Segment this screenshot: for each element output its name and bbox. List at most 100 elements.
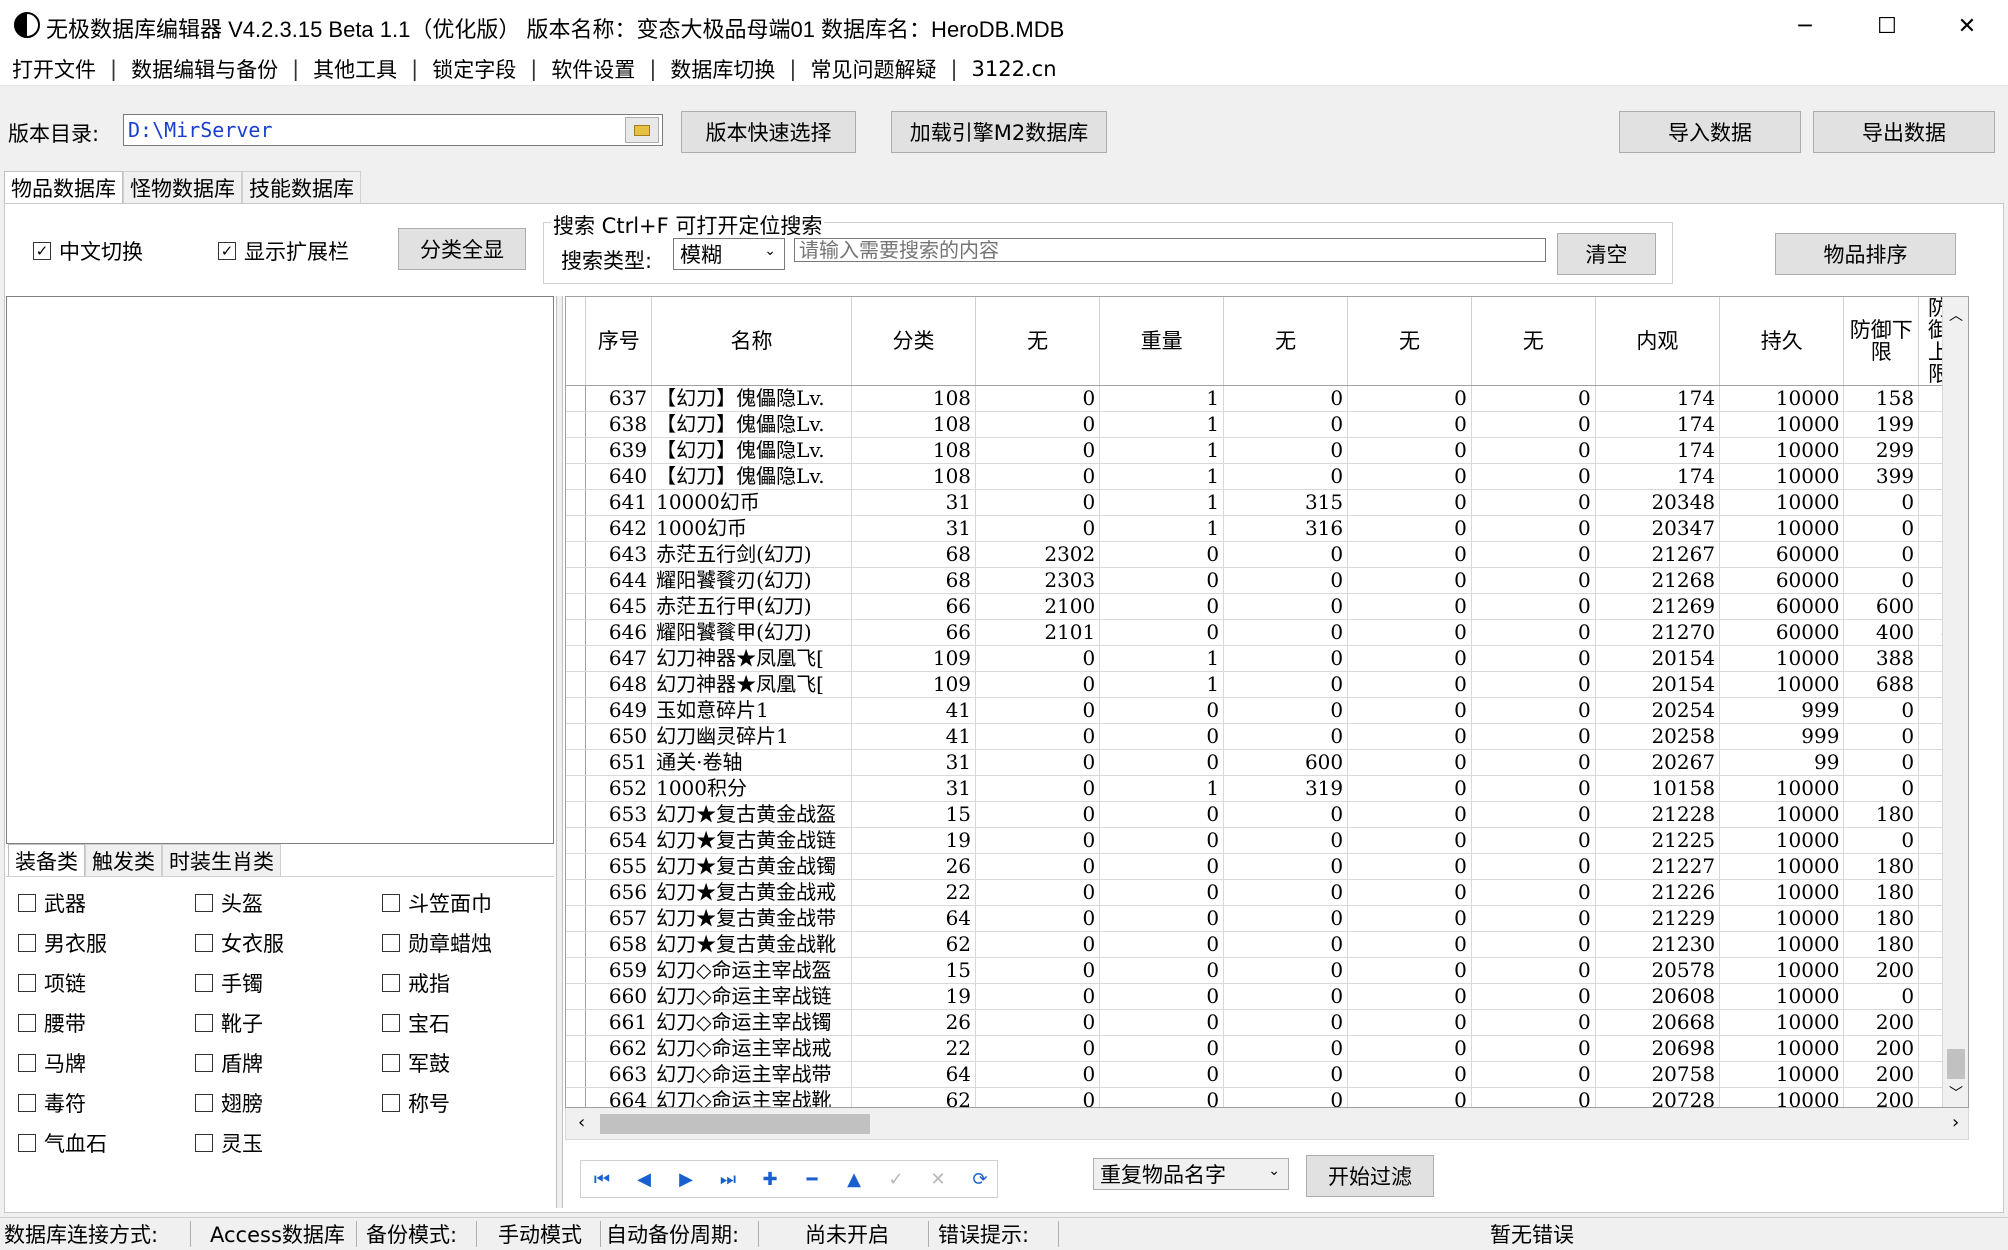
table-cell[interactable]: 199 <box>1843 411 1920 439</box>
horizontal-scrollbar[interactable]: ‹ › <box>565 1108 1969 1140</box>
table-cell[interactable]: 0 <box>975 983 1101 1011</box>
table-cell[interactable]: 663 <box>585 1061 653 1089</box>
table-cell[interactable]: 0 <box>1223 697 1349 725</box>
table-cell[interactable]: 10000 <box>1719 515 1845 543</box>
table-cell[interactable]: 幻刀◇命运主宰战盔 <box>651 957 852 985</box>
table-cell[interactable]: 21226 <box>1595 879 1721 907</box>
table-cell[interactable]: 0 <box>1223 801 1349 829</box>
import-button[interactable]: 导入数据 <box>1619 111 1801 153</box>
table-cell[interactable]: 10000 <box>1719 801 1845 829</box>
table-row[interactable]: 649 玉如意碎片1 41 0 0 0 0 0 20254 999 0 <box>566 697 1968 725</box>
table-cell[interactable]: 幻刀幽灵碎片1 <box>651 723 852 751</box>
table-row[interactable]: 646耀阳饕餮甲(幻刀)662101000021270600004004 <box>566 619 1968 647</box>
table-cell[interactable]: 0 <box>1471 931 1596 959</box>
table-cell[interactable]: 0 <box>975 723 1101 751</box>
table-cell[interactable]: 0 <box>1099 1035 1225 1063</box>
row-indicator[interactable] <box>566 1061 587 1089</box>
category-checkbox[interactable]: 称号 <box>382 1088 450 1118</box>
table-row[interactable]: 661幻刀◇命运主宰战镯260000020668100002002 <box>566 1009 1968 1037</box>
table-cell[interactable]: 650 <box>585 723 653 751</box>
table-cell[interactable]: 幻刀◇命运主宰战靴 <box>651 1087 852 1107</box>
table-cell[interactable]: 62 <box>851 1087 977 1107</box>
table-row[interactable]: 663幻刀◇命运主宰战带640000020758100002002 <box>566 1061 1968 1089</box>
row-indicator[interactable] <box>566 697 587 725</box>
table-cell[interactable]: 661 <box>585 1009 653 1037</box>
table-cell[interactable]: 319 <box>1223 775 1349 803</box>
table-cell[interactable]: 0 <box>1347 567 1472 595</box>
post-record-icon[interactable]: ✓ <box>881 1164 911 1194</box>
column-header[interactable]: 无 <box>1223 297 1349 387</box>
table-cell[interactable]: 0 <box>1223 1009 1349 1037</box>
table-cell[interactable]: 10000 <box>1719 931 1845 959</box>
table-cell[interactable]: 0 <box>975 1087 1101 1107</box>
table-cell[interactable]: 0 <box>1471 879 1596 907</box>
table-cell[interactable]: 20347 <box>1595 515 1721 543</box>
table-cell[interactable]: 656 <box>585 879 653 907</box>
row-indicator[interactable] <box>566 671 587 699</box>
table-cell[interactable]: 0 <box>1223 541 1349 569</box>
table-cell[interactable]: 0 <box>1347 957 1472 985</box>
table-cell[interactable]: 649 <box>585 697 653 725</box>
table-cell[interactable]: 0 <box>1223 983 1349 1011</box>
table-cell[interactable]: 幻刀◇命运主宰战镯 <box>651 1009 852 1037</box>
table-cell[interactable]: 0 <box>1099 827 1225 855</box>
table-cell[interactable]: 10000 <box>1719 385 1845 413</box>
table-cell[interactable]: 174 <box>1595 437 1721 465</box>
row-indicator[interactable] <box>566 1035 587 1063</box>
table-row[interactable]: 651 通关·卷轴 31 0 0 600 0 0 20267 99 0 <box>566 749 1968 777</box>
table-cell[interactable]: 0 <box>1843 723 1920 751</box>
table-cell[interactable]: 幻刀★复古黄金战带 <box>651 905 852 933</box>
column-header[interactable]: 名称 <box>651 297 852 387</box>
table-cell[interactable]: 60000 <box>1719 619 1845 647</box>
table-row[interactable]: 658幻刀★复古黄金战靴620000021230100001802 <box>566 931 1968 959</box>
table-cell[interactable]: 0 <box>1099 593 1225 621</box>
table-cell[interactable]: 31 <box>851 775 977 803</box>
table-cell[interactable]: 658 <box>585 931 653 959</box>
table-cell[interactable]: 0 <box>1099 853 1225 881</box>
sort-items-button[interactable]: 物品排序 <box>1775 233 1956 275</box>
row-indicator[interactable] <box>566 385 587 413</box>
table-cell[interactable]: 幻刀◇命运主宰战带 <box>651 1061 852 1089</box>
table-cell[interactable]: 幻刀◇命运主宰战链 <box>651 983 852 1011</box>
table-cell[interactable]: 0 <box>1347 801 1472 829</box>
table-cell[interactable]: 0 <box>1223 723 1349 751</box>
table-cell[interactable]: 0 <box>1223 619 1349 647</box>
table-cell[interactable]: 10000 <box>1719 775 1845 803</box>
table-cell[interactable]: 654 <box>585 827 653 855</box>
table-cell[interactable]: 640 <box>585 463 653 491</box>
table-row[interactable]: 662幻刀◇命运主宰战戒220000020698100002002 <box>566 1035 1968 1063</box>
table-cell[interactable]: 200 <box>1843 1087 1920 1107</box>
table-cell[interactable]: 21268 <box>1595 567 1721 595</box>
table-cell[interactable]: 0 <box>1099 801 1225 829</box>
table-cell[interactable]: 64 <box>851 1061 977 1089</box>
table-row[interactable]: 660 幻刀◇命运主宰战链 19 0 0 0 0 0 20608 10000 0 <box>566 983 1968 1011</box>
table-row[interactable]: 653幻刀★复古黄金战盔150000021228100001802 <box>566 801 1968 829</box>
table-cell[interactable]: 0 <box>1099 619 1225 647</box>
category-checkbox[interactable]: 翅膀 <box>195 1088 263 1118</box>
table-cell[interactable]: 31 <box>851 489 977 517</box>
table-cell[interactable]: 1 <box>1099 463 1225 491</box>
table-cell[interactable]: 0 <box>1099 723 1225 751</box>
tab-item-db[interactable]: 物品数据库 <box>4 171 123 203</box>
show-ext-checkbox[interactable]: ✓ 显示扩展栏 <box>218 236 349 266</box>
column-header[interactable]: 无 <box>1471 297 1596 387</box>
scroll-right-icon[interactable]: › <box>1952 1112 1959 1133</box>
table-cell[interactable]: 0 <box>1223 879 1349 907</box>
table-cell[interactable]: 200 <box>1843 1061 1920 1089</box>
load-m2-button[interactable]: 加载引擎M2数据库 <box>891 111 1107 153</box>
row-indicator[interactable] <box>566 593 587 621</box>
table-cell[interactable]: 21229 <box>1595 905 1721 933</box>
table-cell[interactable]: 0 <box>1471 645 1596 673</box>
row-indicator[interactable] <box>566 645 587 673</box>
table-cell[interactable]: 399 <box>1843 463 1920 491</box>
table-cell[interactable]: 20578 <box>1595 957 1721 985</box>
table-cell[interactable]: 0 <box>1099 905 1225 933</box>
table-row[interactable]: 637【幻刀】傀儡隐Lv.10801000174100001581 <box>566 385 1968 413</box>
table-cell[interactable]: 0 <box>975 957 1101 985</box>
table-cell[interactable]: 1 <box>1099 437 1225 465</box>
table-row[interactable]: 641 10000幻币 31 0 1 315 0 0 20348 10000 0 <box>566 489 1968 517</box>
column-header[interactable]: 无 <box>975 297 1101 387</box>
table-cell[interactable]: 10000 <box>1719 957 1845 985</box>
table-cell[interactable]: 20728 <box>1595 1087 1721 1107</box>
table-cell[interactable]: 657 <box>585 905 653 933</box>
